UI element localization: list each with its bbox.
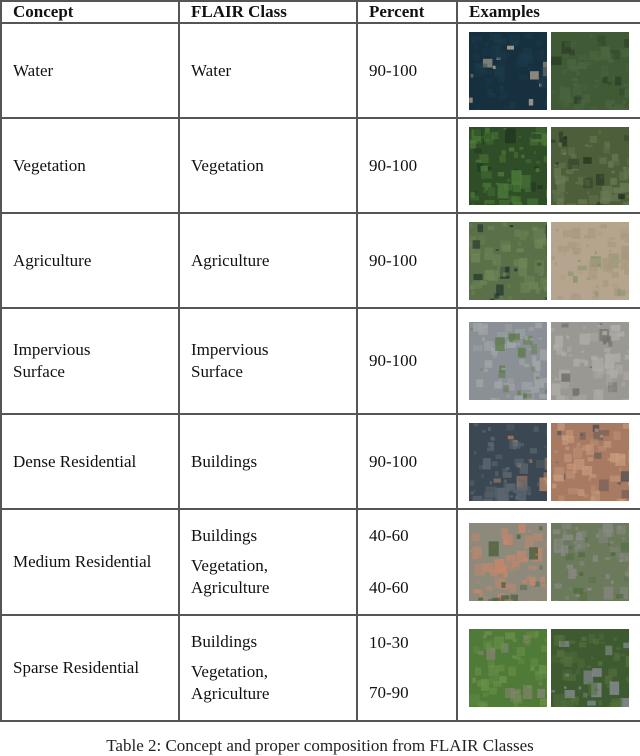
table-row-agriculture: Agriculture Agriculture 90-100 [1, 213, 640, 308]
table-row-vegetation: Vegetation Vegetation 90-100 [1, 118, 640, 213]
class-entry-buildings: Buildings [191, 525, 356, 547]
percent-cell: 40-60 40-60 [357, 509, 457, 615]
class-line: Surface [191, 361, 356, 383]
percent-vegetation-agriculture: 70-90 [369, 682, 456, 704]
impervious-example-1-image [469, 322, 547, 400]
header-flair-class: FLAIR Class [179, 1, 357, 23]
concept-cell: Vegetation [1, 118, 179, 213]
flair-class-cell: Vegetation [179, 118, 357, 213]
sparse-residential-example-2-image [551, 629, 629, 707]
percent-cell: 90-100 [357, 118, 457, 213]
examples-cell [457, 308, 640, 414]
concept-cell: Dense Residential [1, 414, 179, 509]
examples-cell [457, 509, 640, 615]
header-percent: Percent [357, 1, 457, 23]
class-line: Agriculture [191, 577, 356, 599]
examples-cell [457, 414, 640, 509]
class-line: Buildings [191, 525, 356, 547]
concept-composition-table: Concept FLAIR Class Percent Examples Wat… [0, 0, 640, 722]
concept-cell: Sparse Residential [1, 615, 179, 721]
class-entry-vegetation-agriculture: Vegetation, Agriculture [191, 661, 356, 705]
percent-cell: 10-30 70-90 [357, 615, 457, 721]
concept-cell: Impervious Surface [1, 308, 179, 414]
percent-vegetation-agriculture: 40-60 [369, 577, 456, 599]
table-row-medium-residential: Medium Residential Buildings Vegetation,… [1, 509, 640, 615]
class-entry-vegetation-agriculture: Vegetation, Agriculture [191, 555, 356, 599]
examples-cell [457, 615, 640, 721]
concept-cell: Agriculture [1, 213, 179, 308]
concept-cell: Water [1, 23, 179, 118]
vegetation-example-2-image [551, 127, 629, 205]
header-row: Concept FLAIR Class Percent Examples [1, 1, 640, 23]
examples-cell [457, 118, 640, 213]
table-row-dense-residential: Dense Residential Buildings 90-100 [1, 414, 640, 509]
percent-buildings: 10-30 [369, 632, 456, 654]
examples-cell [457, 23, 640, 118]
class-line: Vegetation, [191, 555, 356, 577]
flair-class-cell: Buildings [179, 414, 357, 509]
concept-cell: Medium Residential [1, 509, 179, 615]
flair-class-cell: Agriculture [179, 213, 357, 308]
agriculture-example-2-image [551, 222, 629, 300]
percent-cell: 90-100 [357, 414, 457, 509]
water-example-2-image [551, 32, 629, 110]
percent-cell: 90-100 [357, 308, 457, 414]
vegetation-example-1-image [469, 127, 547, 205]
water-example-1-image [469, 32, 547, 110]
table-row-impervious-surface: Impervious Surface Impervious Surface 90… [1, 308, 640, 414]
table-row-water: Water Water 90-100 [1, 23, 640, 118]
flair-class-cell: Water [179, 23, 357, 118]
header-concept: Concept [1, 1, 179, 23]
impervious-example-2-image [551, 322, 629, 400]
sparse-residential-example-1-image [469, 629, 547, 707]
class-line: Agriculture [191, 683, 356, 705]
percent-cell: 90-100 [357, 213, 457, 308]
agriculture-example-1-image [469, 222, 547, 300]
class-line: Impervious [191, 339, 356, 361]
medium-residential-example-2-image [551, 523, 629, 601]
header-examples: Examples [457, 1, 640, 23]
percent-buildings: 40-60 [369, 525, 456, 547]
concept-line: Surface [13, 361, 178, 383]
flair-class-cell: Buildings Vegetation, Agriculture [179, 615, 357, 721]
percent-cell: 90-100 [357, 23, 457, 118]
table-caption: Table 2: Concept and proper composition … [0, 736, 640, 756]
medium-residential-example-1-image [469, 523, 547, 601]
table-row-sparse-residential: Sparse Residential Buildings Vegetation,… [1, 615, 640, 721]
dense-residential-example-2-image [551, 423, 629, 501]
examples-cell [457, 213, 640, 308]
flair-class-cell: Buildings Vegetation, Agriculture [179, 509, 357, 615]
concept-line: Impervious [13, 339, 178, 361]
dense-residential-example-1-image [469, 423, 547, 501]
class-entry-buildings: Buildings [191, 631, 356, 653]
flair-class-cell: Impervious Surface [179, 308, 357, 414]
class-line: Vegetation, [191, 661, 356, 683]
class-line: Buildings [191, 631, 356, 653]
